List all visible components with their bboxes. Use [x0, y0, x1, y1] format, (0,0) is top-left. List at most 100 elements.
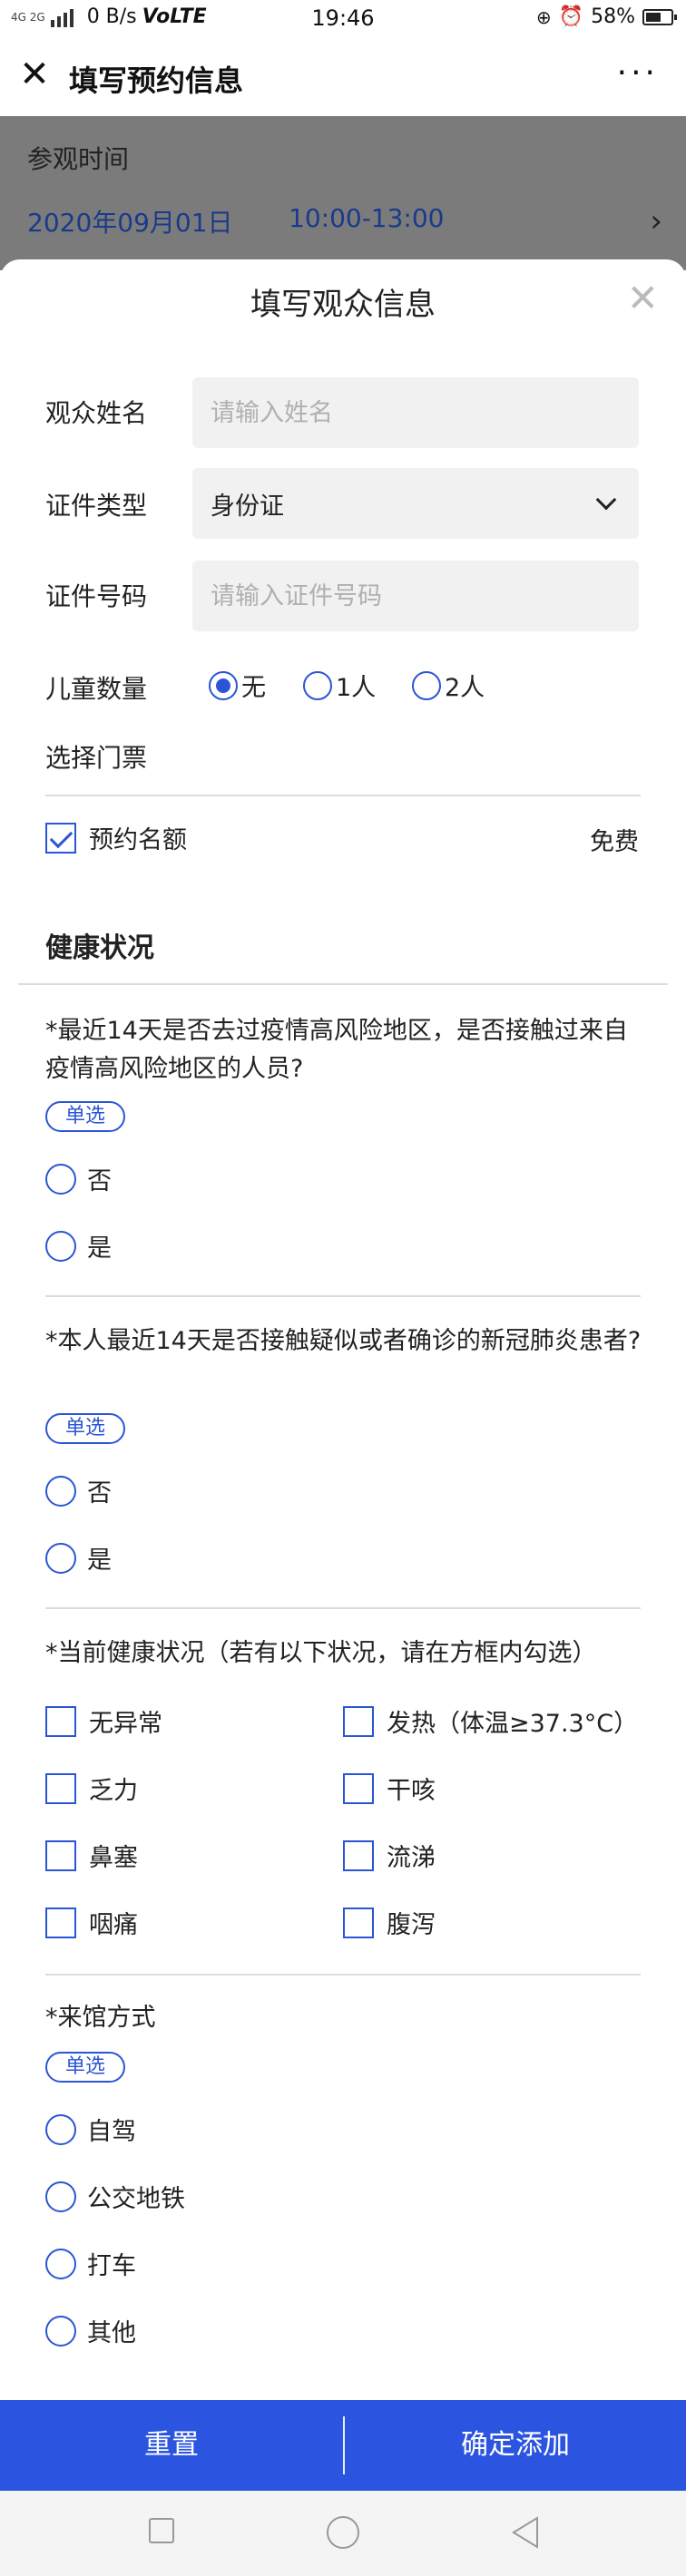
arrival-option-transit[interactable]: 公交地铁: [45, 2179, 185, 2214]
divider: [18, 983, 668, 985]
option-label: 咽痛: [89, 1911, 138, 1939]
ticket-price: 免费: [590, 828, 639, 856]
checkbox-icon: [45, 1705, 76, 1737]
name-label: 观众姓名: [45, 398, 148, 428]
confirm-add-button[interactable]: 确定添加: [345, 2400, 686, 2491]
checkbox-icon: [45, 1772, 76, 1804]
id-type-label: 证件类型: [45, 491, 148, 521]
bottom-action-bar: 重置 确定添加: [0, 2400, 686, 2491]
single-choice-badge: 单选: [45, 2052, 126, 2083]
question-4: *来馆方式: [45, 2004, 156, 2032]
radio-icon: [303, 670, 332, 700]
option-label: 鼻塞: [89, 1844, 138, 1872]
checkbox-icon: [343, 1839, 374, 1871]
option-label: 否: [87, 1167, 112, 1195]
q2-option-no[interactable]: 否: [45, 1473, 112, 1508]
single-choice-badge: 单选: [45, 1101, 126, 1132]
children-label: 儿童数量: [45, 674, 148, 704]
radio-icon: [45, 1475, 76, 1507]
checkbox-icon: [45, 1839, 76, 1871]
health-option-fever[interactable]: 发热（体温≥37.3°C）: [343, 1703, 638, 1739]
option-label: 无异常: [89, 1710, 162, 1738]
checkbox-icon: [343, 1907, 374, 1938]
option-label: 打车: [87, 2252, 136, 2280]
q2-option-yes[interactable]: 是: [45, 1540, 112, 1576]
single-choice-badge: 单选: [45, 1413, 126, 1444]
health-option-nasal-congestion[interactable]: 鼻塞: [45, 1838, 138, 1873]
divider: [45, 1295, 641, 1297]
arrival-option-other[interactable]: 其他: [45, 2313, 136, 2348]
battery-icon: [642, 8, 677, 25]
sheet-title: 填写观众信息: [250, 287, 436, 323]
reset-button[interactable]: 重置: [0, 2400, 343, 2491]
question-2: *本人最近14天是否接触疑似或者确诊的新冠肺炎患者?: [45, 1327, 642, 1355]
recent-apps-icon[interactable]: [149, 2518, 174, 2543]
children-option-one[interactable]: 1人: [303, 668, 376, 703]
health-option-fatigue[interactable]: 乏力: [45, 1771, 138, 1806]
children-option-none[interactable]: 无: [209, 668, 266, 703]
children-option-label: 1人: [336, 674, 377, 702]
arrival-option-taxi[interactable]: 打车: [45, 2246, 136, 2281]
radio-icon: [45, 2315, 76, 2347]
more-icon[interactable]: ···: [617, 54, 659, 92]
lock-icon: ⊕: [535, 5, 552, 28]
health-section-title: 健康状况: [45, 932, 154, 964]
radio-icon: [412, 670, 441, 700]
radio-icon: [45, 2181, 76, 2212]
radio-icon: [45, 1542, 76, 1574]
option-label: 公交地铁: [87, 2185, 185, 2213]
health-option-normal[interactable]: 无异常: [45, 1703, 162, 1739]
visit-date: 2020年09月01日: [27, 208, 233, 238]
children-option-label: 2人: [445, 674, 485, 702]
ticket-label: 选择门票: [45, 743, 148, 773]
visit-time-label: 参观时间: [27, 144, 130, 174]
health-option-sore-throat[interactable]: 咽痛: [45, 1905, 138, 1940]
ticket-checkbox[interactable]: 预约名额: [45, 820, 187, 855]
checkbox-icon: [343, 1772, 374, 1804]
option-label: 否: [87, 1479, 112, 1508]
children-option-label: 无: [241, 674, 266, 702]
arrival-option-self-drive[interactable]: 自驾: [45, 2112, 136, 2147]
home-icon[interactable]: [327, 2516, 359, 2549]
checkbox-icon: [45, 1907, 76, 1938]
id-type-select[interactable]: 身份证: [192, 468, 639, 539]
id-type-value: 身份证: [211, 492, 284, 521]
divider: [45, 1974, 641, 1976]
status-right: ⊕ ⏰ 58%: [535, 5, 677, 28]
children-option-two[interactable]: 2人: [412, 668, 485, 703]
divider: [45, 795, 641, 796]
name-input[interactable]: [192, 377, 639, 448]
option-label: 其他: [87, 2319, 136, 2347]
health-option-dry-cough[interactable]: 干咳: [343, 1771, 436, 1806]
page-title: 填写预约信息: [69, 63, 244, 98]
option-label: 乏力: [89, 1777, 138, 1805]
close-icon[interactable]: ✕: [16, 56, 53, 93]
id-number-label: 证件号码: [45, 581, 148, 611]
back-icon[interactable]: [510, 2516, 541, 2549]
q1-option-no[interactable]: 否: [45, 1161, 112, 1196]
id-number-input[interactable]: [192, 561, 639, 631]
chevron-down-icon: [595, 489, 617, 511]
option-label: 是: [87, 1547, 112, 1575]
visit-time-slot: 10:00-13:00: [289, 203, 445, 233]
option-label: 腹泻: [387, 1911, 436, 1939]
divider: [45, 1607, 641, 1609]
radio-icon: [45, 1163, 76, 1195]
checkbox-checked-icon: [45, 822, 76, 854]
nav-bar: ✕ 填写预约信息 ···: [0, 38, 686, 116]
radio-icon: [45, 2248, 76, 2279]
option-label: 发热（体温≥37.3°C）: [387, 1710, 639, 1738]
radio-icon: [45, 1230, 76, 1262]
option-label: 是: [87, 1234, 112, 1263]
ticket-name: 预约名额: [89, 826, 187, 854]
background-page: 参观时间 2020年09月01日 10:00-13:00 ›: [0, 116, 686, 270]
option-label: 流涕: [387, 1844, 436, 1872]
health-option-runny-nose[interactable]: 流涕: [343, 1838, 436, 1873]
sheet-close-icon[interactable]: ✕: [627, 279, 659, 317]
battery-percent: 58%: [591, 5, 635, 28]
status-bar: 4G 2G 0 B/s VoLTE 19:46 ⊕ ⏰ 58%: [0, 0, 686, 38]
option-label: 自驾: [87, 2118, 136, 2146]
chevron-right-icon: ›: [650, 203, 662, 239]
q1-option-yes[interactable]: 是: [45, 1228, 112, 1264]
health-option-diarrhea[interactable]: 腹泻: [343, 1905, 436, 1940]
